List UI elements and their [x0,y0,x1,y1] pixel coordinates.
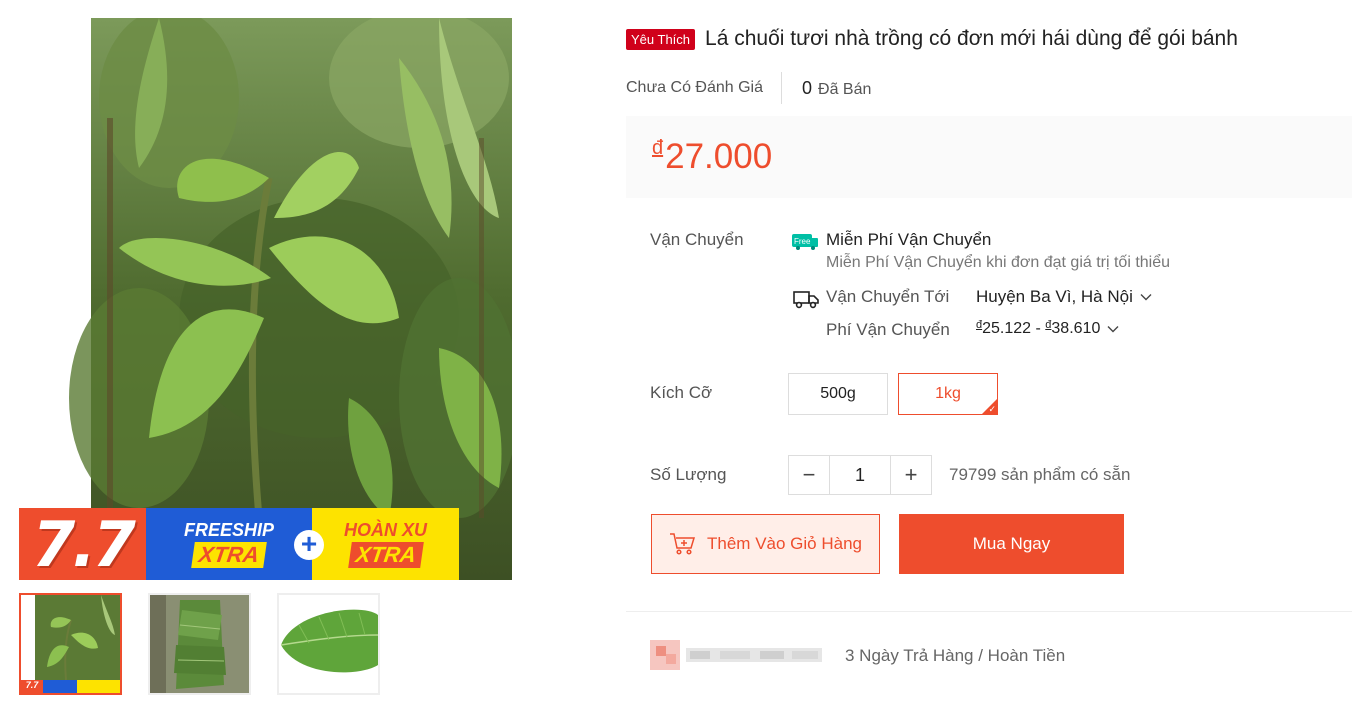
single-leaf-thumb-image [279,595,378,693]
buy-now-button[interactable]: Mua Ngay [899,514,1124,574]
return-policy-text: 3 Ngày Trả Hàng / Hoàn Tiền [845,646,1066,665]
ship-to-location: Huyện Ba Vì, Hà Nội [976,287,1133,306]
free-shipping-description: Miễn Phí Vận Chuyển khi đơn đạt giá trị … [826,254,1171,271]
quantity-stepper: − 1 + [788,455,932,495]
shopee-guarantee-logo [650,640,822,670]
shipping-fee-selector[interactable]: đ25.122 - đ38.610 [976,319,1120,338]
thumb-sale-label: 7.7 [21,680,43,693]
add-to-cart-label: Thêm Vào Giỏ Hàng [707,534,862,553]
shipping-fee-range: đ25.122 - đ38.610 [976,319,1101,338]
sold-count: 0 [802,77,813,98]
shipping-fee-label: Phí Vận Chuyển [826,320,950,339]
fee-min-currency: đ [976,319,983,331]
variant-label: 1kg [935,385,961,402]
thumb-coin-strip [77,680,120,693]
thumbnail-strip: 7.7 [19,593,380,695]
banana-tree-photo [19,18,512,580]
product-title-row: Yêu Thích Lá chuối tươi nhà trồng có đơn… [626,27,1238,51]
sold-counter: 0 Đã Bán [782,78,871,99]
cart-plus-icon [670,533,696,555]
shipping-label: Vận Chuyển [650,230,744,249]
plus-icon: + [294,530,324,560]
coin-xtra-tag: XTRA [347,542,424,568]
thumbnail-leaf-bundle[interactable] [148,593,251,695]
add-to-cart-button[interactable]: Thêm Vào Giỏ Hàng [651,514,880,574]
coin-title: HOÀN XU [343,520,427,540]
size-label: Kích Cỡ [650,383,713,402]
quantity-decrease-button[interactable]: − [789,456,829,494]
quantity-label: Số Lượng [650,465,727,484]
free-shipping-title: Miễn Phí Vận Chuyển [826,230,992,249]
variant-500g[interactable]: 500g [788,373,888,415]
rating-status: Chưa Có Đánh Giá [626,72,782,104]
quantity-increase-button[interactable]: + [891,456,931,494]
ship-to-selector[interactable]: Huyện Ba Vì, Hà Nội [976,287,1153,307]
quantity-input[interactable]: 1 [829,456,891,494]
check-icon: ✓ [988,404,996,414]
section-divider [626,611,1352,612]
banana-trees-thumb-image [21,595,120,693]
thumb-promo-banner: 7.7 [21,680,120,693]
fee-max-currency: đ [1045,319,1052,331]
price-value: 27.000 [665,137,773,176]
price-box: đ 27.000 [626,116,1352,198]
thumb-freeship-strip [43,680,77,693]
sale-77-label: 7.7 [19,508,146,580]
favorite-badge: Yêu Thích [626,28,696,50]
truck-icon [793,291,819,309]
fee-min: 25.122 [982,320,1032,337]
price-currency: đ [652,136,664,159]
leaf-bundle-thumb-image [150,595,249,693]
variant-label: 500g [820,385,856,402]
fee-max: 38.610 [1051,320,1101,337]
main-product-image[interactable]: 7.7 FREESHIP XTRA HOÀN XU XTRA + [19,18,512,580]
rating-row: Chưa Có Đánh Giá 0 Đã Bán [626,72,871,104]
freeship-xtra-badge: FREESHIP XTRA [146,508,312,580]
free-shipping-icon: Free [792,234,818,250]
ship-to-label: Vận Chuyển Tới [826,287,950,306]
thumbnail-banana-trees[interactable]: 7.7 [19,593,122,695]
thumbnail-single-leaf[interactable] [277,593,380,695]
variant-1kg[interactable]: 1kg ✓ [898,373,998,415]
chevron-down-icon [1107,326,1119,333]
freeship-title: FREESHIP [183,520,275,540]
freeship-xtra-tag: XTRA [191,542,267,568]
stock-available: 79799 sản phẩm có sẵn [949,465,1131,484]
coin-xtra-badge: HOÀN XU XTRA [312,508,459,580]
chevron-down-icon [1140,294,1152,301]
promo-banner: 7.7 FREESHIP XTRA HOÀN XU XTRA + [19,508,459,580]
free-icon-text: Free [794,237,811,246]
product-title: Lá chuối tươi nhà trồng có đơn mới hái d… [705,27,1238,50]
buy-now-label: Mua Ngay [972,534,1051,553]
fee-separator: - [1031,320,1046,337]
sold-label: Đã Bán [818,80,872,98]
